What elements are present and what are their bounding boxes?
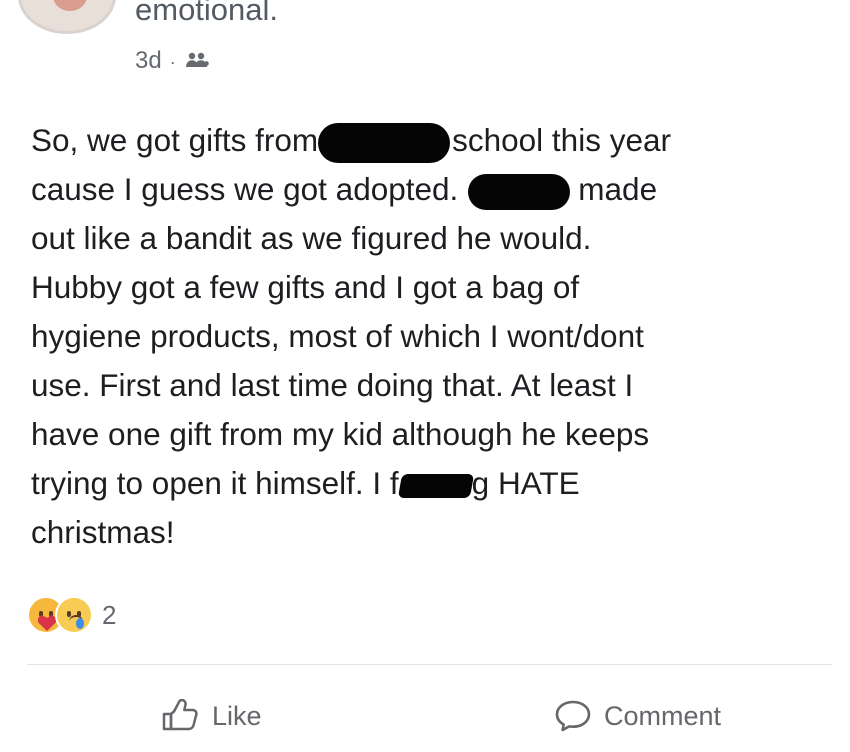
like-button[interactable]: Like: [160, 690, 262, 742]
text-fragment: made: [578, 171, 658, 207]
like-icon: [160, 699, 200, 733]
post-text-line-7: have one gift from my kid although he ke…: [31, 416, 650, 452]
redaction-mark: [397, 473, 474, 498]
redaction-mark: [468, 173, 571, 210]
author-line: emotional.: [135, 0, 279, 27]
text-fragment: cause I guess we got adopted.: [31, 171, 459, 207]
post-actions: Like Comment: [0, 690, 850, 742]
like-label: Like: [212, 700, 262, 731]
reaction-count: 2: [102, 599, 117, 630]
post-text-line-8: trying to open it himself. I f g HATE: [31, 459, 831, 508]
post-text-line-6: use. First and last time doing that. At …: [31, 367, 634, 403]
timestamp[interactable]: 3d: [135, 47, 162, 75]
post-text-line-2: cause I guess we got adopted. made: [31, 165, 831, 214]
tear-mark: [76, 618, 84, 629]
post-text-line-3: out like a bandit as we figured he would…: [31, 220, 592, 256]
avatar[interactable]: [18, 0, 116, 34]
text-fragment: school this year: [452, 122, 671, 158]
comment-label: Comment: [604, 700, 722, 731]
post-text-line-9: christmas!: [31, 514, 175, 550]
post-text-line-1: So, we got gifts from school this year: [31, 116, 831, 165]
facebook-post: emotional. 3d · So, we got gifts from sch…: [0, 0, 850, 752]
avatar-face: [53, 0, 87, 11]
post-text: So, we got gifts from school this year ca…: [31, 116, 831, 557]
sad-icon: [55, 596, 93, 634]
heart-mark: [38, 615, 56, 631]
text-fragment: trying to open it himself. I f: [31, 465, 399, 501]
friends-icon[interactable]: [184, 51, 211, 71]
redaction-mark: [318, 122, 451, 163]
comment-button[interactable]: Comment: [554, 690, 721, 742]
post-meta: 3d ·: [135, 46, 211, 76]
comment-icon: [554, 699, 592, 733]
post-text-line-4: Hubby got a few gifts and I got a bag of: [31, 269, 580, 305]
text-fragment: g HATE: [471, 465, 580, 501]
reaction-summary[interactable]: 2: [27, 596, 116, 634]
post-text-line-5: hygiene products, most of which I wont/d…: [31, 318, 644, 354]
action-divider: [27, 664, 832, 665]
text-fragment: So, we got gifts from: [31, 122, 319, 158]
meta-separator: ·: [169, 51, 176, 72]
